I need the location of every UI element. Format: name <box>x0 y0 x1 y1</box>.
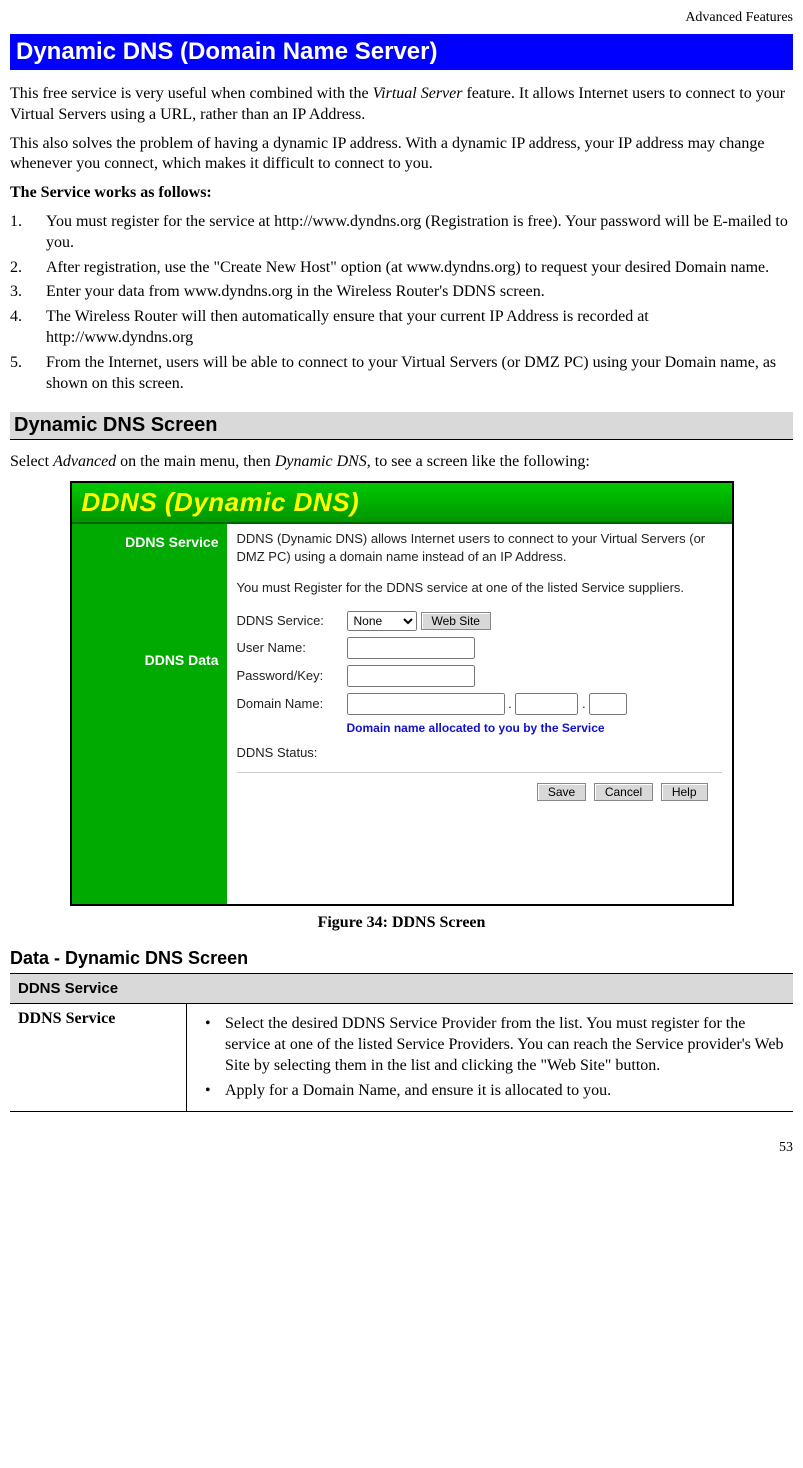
data-table: DDNS Service DDNS Service Select the des… <box>10 973 793 1112</box>
table-row-content: Select the desired DDNS Service Provider… <box>187 1004 794 1112</box>
table-section-header: DDNS Service <box>10 974 793 1004</box>
label-status: DDNS Status: <box>237 745 347 760</box>
label-ddns-service: DDNS Service: <box>237 613 347 628</box>
page-number: 53 <box>10 1140 793 1156</box>
desc-paragraph-1: DDNS (Dynamic DNS) allows Internet users… <box>237 530 722 565</box>
ddns-service-select[interactable]: None <box>347 611 417 631</box>
step-1: You must register for the service at htt… <box>10 212 793 254</box>
footer-buttons: Save Cancel Help <box>237 772 722 811</box>
bullet-1: Select the desired DDNS Service Provider… <box>195 1014 785 1076</box>
save-button[interactable]: Save <box>537 783 586 801</box>
instr-mid: on the main menu, then <box>116 453 275 470</box>
desc-paragraph-2: You must Register for the DDNS service a… <box>237 579 722 597</box>
row-username: User Name: <box>237 637 722 659</box>
screenshot-title: DDNS (Dynamic DNS) <box>72 483 732 524</box>
label-password: Password/Key: <box>237 668 347 683</box>
figure-caption: Figure 34: DDNS Screen <box>10 914 793 932</box>
sidebar-ddns-data: DDNS Data <box>72 648 227 672</box>
instr-post: , to see a screen like the following: <box>367 453 590 470</box>
service-works-label: The Service works as follows: <box>10 183 793 204</box>
label-domain: Domain Name: <box>237 696 347 711</box>
screenshot-content: DDNS (Dynamic DNS) allows Internet users… <box>227 524 732 904</box>
domain-input-2[interactable] <box>515 693 578 715</box>
table-row-ddns-service: DDNS Service Select the desired DDNS Ser… <box>10 1004 793 1112</box>
select-instruction: Select Advanced on the main menu, then D… <box>10 452 793 473</box>
row-status: DDNS Status: <box>237 745 722 760</box>
table-section-row: DDNS Service <box>10 974 793 1004</box>
ddns-screenshot: DDNS (Dynamic DNS) DDNS Service DDNS Dat… <box>70 481 734 906</box>
sidebar-ddns-service: DDNS Service <box>72 530 227 554</box>
instr-pre: Select <box>10 453 53 470</box>
heading-data-ddns: Data - Dynamic DNS Screen <box>10 948 793 969</box>
dot-1: . <box>505 696 516 711</box>
intro-paragraph-2: This also solves the problem of having a… <box>10 134 793 176</box>
step-4: The Wireless Router will then automatica… <box>10 307 793 349</box>
domain-input-3[interactable] <box>589 693 627 715</box>
instr-em2: Dynamic DNS <box>275 453 367 470</box>
step-3: Enter your data from www.dyndns.org in t… <box>10 282 793 303</box>
domain-note: Domain name allocated to you by the Serv… <box>347 721 722 735</box>
row-ddns-service: DDNS Service: None Web Site <box>237 611 722 631</box>
cancel-button[interactable]: Cancel <box>594 783 653 801</box>
screenshot-sidebar: DDNS Service DDNS Data <box>72 524 227 904</box>
heading-ddns-screen: Dynamic DNS Screen <box>10 412 793 440</box>
intro-paragraph-1: This free service is very useful when co… <box>10 84 793 126</box>
sidebar-gap <box>72 554 227 648</box>
dot-2: . <box>578 696 589 711</box>
help-button[interactable]: Help <box>661 783 708 801</box>
heading-dynamic-dns: Dynamic DNS (Domain Name Server) <box>10 34 793 70</box>
website-button[interactable]: Web Site <box>421 612 491 630</box>
row-domain: Domain Name: . . <box>237 693 722 715</box>
table-row-label: DDNS Service <box>10 1004 187 1112</box>
para1-pre: This free service is very useful when co… <box>10 85 373 102</box>
username-input[interactable] <box>347 637 475 659</box>
domain-input-1[interactable] <box>347 693 505 715</box>
password-input[interactable] <box>347 665 475 687</box>
page-header: Advanced Features <box>10 10 793 26</box>
row-password: Password/Key: <box>237 665 722 687</box>
instr-em1: Advanced <box>53 453 116 470</box>
label-username: User Name: <box>237 640 347 655</box>
para1-em: Virtual Server <box>373 85 463 102</box>
steps-list: You must register for the service at htt… <box>10 212 793 394</box>
step-5: From the Internet, users will be able to… <box>10 353 793 395</box>
step-2: After registration, use the "Create New … <box>10 258 793 279</box>
bullet-2: Apply for a Domain Name, and ensure it i… <box>195 1081 785 1102</box>
